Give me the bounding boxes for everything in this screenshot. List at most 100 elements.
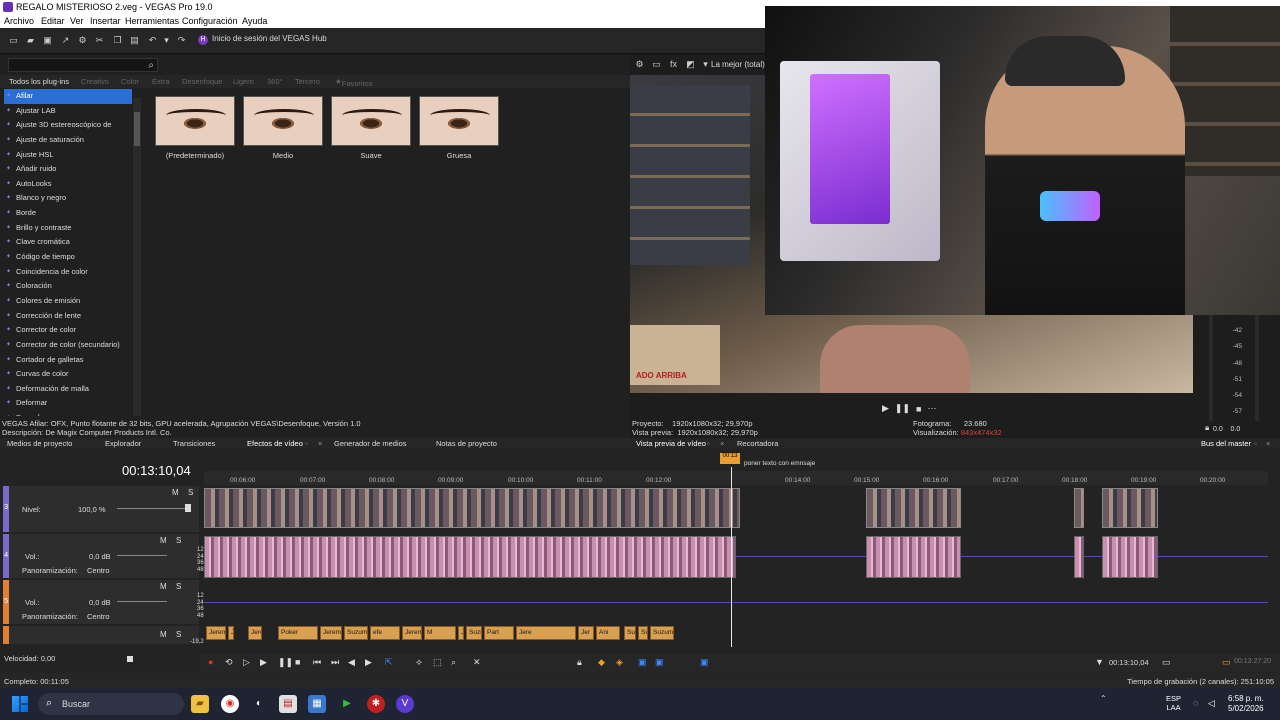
volume-slider[interactable] xyxy=(117,555,167,556)
record-icon[interactable]: ● xyxy=(208,657,213,667)
plugin-item[interactable]: Ajuste de saturación xyxy=(4,133,132,148)
mute-button[interactable]: M xyxy=(160,582,167,591)
tab-360[interactable]: 360° xyxy=(267,77,283,86)
plugin-item[interactable]: Colores de emisión xyxy=(4,294,132,309)
text-clip[interactable]: Suzu xyxy=(638,626,648,640)
plugin-item[interactable]: Deformar xyxy=(4,396,132,411)
text-clip[interactable]: Jeremy xyxy=(320,626,342,640)
app-icon[interactable]: ◐ xyxy=(250,695,268,713)
menu-insertar[interactable]: Insertar xyxy=(90,16,121,26)
stop-icon[interactable]: ■ xyxy=(295,657,300,667)
file-explorer-icon[interactable]: ▰ xyxy=(191,695,209,713)
text-clip[interactable]: Suzumi xyxy=(624,626,636,640)
text-clip[interactable]: Jeremy B M xyxy=(248,626,262,640)
plugin-item[interactable]: AutoLooks xyxy=(4,177,132,192)
volume-envelope[interactable] xyxy=(204,602,1268,603)
tab-favoritos[interactable]: ★ Favoritos xyxy=(335,77,373,88)
close-icon[interactable]: × xyxy=(318,439,322,448)
plugin-item[interactable]: Afilar xyxy=(4,89,132,104)
video-clip[interactable] xyxy=(1074,488,1084,528)
play-icon[interactable]: ▶ xyxy=(882,403,889,414)
new-file-icon[interactable]: ▭ xyxy=(9,36,18,45)
language-indicator[interactable]: ESP LAA xyxy=(1166,694,1181,712)
text-clip[interactable]: M xyxy=(424,626,456,640)
scrollbar-thumb[interactable] xyxy=(134,112,140,146)
tab-efectos-de-video[interactable]: Efectos de vídeo xyxy=(247,439,303,448)
plugin-item[interactable]: Curvas de color xyxy=(4,367,132,382)
loop-region-icon[interactable]: ▭ xyxy=(1162,657,1171,668)
media-player-icon[interactable]: ▶ xyxy=(338,695,356,713)
plugin-item[interactable]: Corrección de lente xyxy=(4,309,132,324)
audio-clip[interactable] xyxy=(1102,536,1158,578)
text-clip[interactable]: Jere xyxy=(516,626,576,640)
split-screen-icon[interactable]: ◩ xyxy=(686,60,695,69)
plugin-item[interactable]: Coincidencia de color xyxy=(4,265,132,280)
play-from-start-icon[interactable]: ▷ xyxy=(243,657,250,668)
plugin-item[interactable]: Deformación de malla xyxy=(4,382,132,397)
text-clip[interactable]: Jer xyxy=(578,626,594,640)
undo-dropdown-icon[interactable]: ▾ xyxy=(162,36,171,45)
undo-icon[interactable]: ↶ xyxy=(148,36,157,45)
solo-button[interactable]: S xyxy=(176,536,181,545)
pause-icon[interactable]: ❚❚ xyxy=(895,403,910,414)
audio-clip[interactable] xyxy=(204,536,736,578)
time-ruler[interactable]: 00:06:00 00:07:00 00:08:00 00:09:00 00:1… xyxy=(204,471,1268,485)
tab-vista-previa-de-video[interactable]: Vista previa de vídeo xyxy=(636,439,706,448)
audio-clip[interactable] xyxy=(866,536,961,578)
plugin-search-input[interactable]: ⌕ xyxy=(8,58,158,72)
dock-float-icon[interactable]: ▫ xyxy=(707,439,710,448)
go-to-end-icon[interactable]: ⏭ xyxy=(331,657,339,668)
fx-icon[interactable]: fx xyxy=(669,60,678,69)
plugin-item[interactable]: Brillo y contraste xyxy=(4,221,132,236)
plugin-item[interactable]: Desenfoque xyxy=(4,411,132,416)
dock-float-icon[interactable]: ▫ xyxy=(305,439,308,448)
stop-icon[interactable]: ■ xyxy=(916,404,921,414)
text-clip[interactable]: Suzumi xyxy=(650,626,674,640)
track-header-text[interactable]: M S -19,2 xyxy=(3,626,204,645)
preset-suave[interactable]: Suave xyxy=(331,96,411,160)
save-icon[interactable]: ▣ xyxy=(43,36,52,45)
audio-clip[interactable] xyxy=(1074,536,1084,578)
track-video[interactable] xyxy=(204,486,1268,532)
track-audio-2[interactable] xyxy=(204,580,1268,624)
prev-frame-icon[interactable]: ◀ xyxy=(348,657,355,668)
level-slider-thumb[interactable] xyxy=(185,504,191,512)
level-slider[interactable] xyxy=(117,508,187,509)
copy-icon[interactable]: ❐ xyxy=(113,36,122,45)
tab-extra[interactable]: Extra xyxy=(152,77,170,86)
solo-button[interactable]: S xyxy=(176,630,181,639)
tab-recortadora[interactable]: Recortadora xyxy=(737,439,778,448)
system-tray[interactable]: ⌃ xyxy=(1100,694,1116,703)
plugin-item[interactable]: Corrector de color (secundario) xyxy=(4,338,132,353)
tab-desenfoque[interactable]: Desenfoque xyxy=(182,77,222,86)
envelope-tool-icon[interactable]: ⟡ xyxy=(416,657,422,668)
redo-icon[interactable]: ↷ xyxy=(177,36,186,45)
playhead[interactable] xyxy=(731,467,732,647)
region-icon[interactable]: ◈ xyxy=(616,657,623,668)
quality-dropdown-icon[interactable]: ▾ xyxy=(701,60,710,69)
plugin-item[interactable]: Coloración xyxy=(4,279,132,294)
dock-float-icon[interactable]: ▫ xyxy=(1254,439,1257,448)
chrome-icon[interactable]: ◉ xyxy=(221,695,239,713)
menu-archivo[interactable]: Archivo xyxy=(4,16,34,26)
tab-transiciones[interactable]: Transiciones xyxy=(173,439,215,448)
plugin-item[interactable]: Ajustar LAB xyxy=(4,104,132,119)
text-clip[interactable]: Ani xyxy=(596,626,620,640)
preset-gruesa[interactable]: Gruesa xyxy=(419,96,499,160)
cut-icon[interactable]: ✂ xyxy=(95,36,104,45)
more-icon[interactable]: ⋯ xyxy=(927,403,936,414)
tab-explorador[interactable]: Explorador xyxy=(105,439,141,448)
selection-tool-icon[interactable]: ⬚ xyxy=(433,657,442,668)
plugin-item[interactable]: Añadir ruido xyxy=(4,162,132,177)
gear-icon[interactable]: ⚙ xyxy=(78,36,87,45)
render-icon[interactable]: ↗ xyxy=(61,36,70,45)
go-to-start-icon[interactable]: ⏮ xyxy=(313,657,321,668)
mute-button[interactable]: M xyxy=(172,488,179,497)
taskbar-clock[interactable]: 6:58 p. m. 5/02/2026 xyxy=(1228,694,1264,714)
plugin-item[interactable]: Blanco y negro xyxy=(4,191,132,206)
edit-tool-icon[interactable]: ⇱ xyxy=(385,657,393,668)
calculator-icon[interactable]: ▦ xyxy=(308,695,326,713)
search-icon[interactable]: ⌕ xyxy=(148,60,154,71)
zoom-tool-icon[interactable]: ⌕ xyxy=(451,657,456,668)
menu-ayuda[interactable]: Ayuda xyxy=(242,16,267,26)
